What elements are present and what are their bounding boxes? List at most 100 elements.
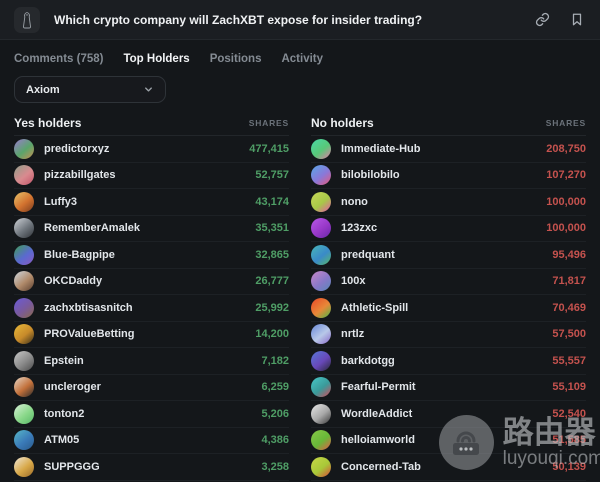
holder-avatar — [14, 430, 34, 450]
no-column-title: No holders — [311, 116, 374, 130]
tab-comments-758[interactable]: Comments (758) — [14, 53, 103, 65]
holder-avatar — [14, 165, 34, 185]
holder-row[interactable]: uncleroger 6,259 — [14, 375, 289, 402]
holder-shares: 71,817 — [552, 275, 586, 287]
holder-shares: 43,174 — [255, 196, 289, 208]
holder-shares: 95,496 — [552, 249, 586, 261]
holder-name: Athletic-Spill — [341, 302, 542, 314]
holder-name: Fearful-Permit — [341, 381, 542, 393]
holder-avatar — [14, 351, 34, 371]
link-icon[interactable] — [533, 10, 552, 29]
holder-shares: 477,415 — [249, 143, 289, 155]
market-thumbnail — [14, 7, 40, 33]
holder-name: uncleroger — [44, 381, 251, 393]
holder-name: helloiamworld — [341, 434, 542, 446]
yes-holders-column: Yes holders SHARES predictorxyz 477,415 … — [14, 111, 289, 481]
holder-avatar — [14, 218, 34, 238]
holder-row[interactable]: predictorxyz 477,415 — [14, 136, 289, 163]
holder-row[interactable]: zachxbtisasnitch 25,992 — [14, 295, 289, 322]
holder-row[interactable]: OKCDaddy 26,777 — [14, 269, 289, 296]
tab-activity[interactable]: Activity — [281, 53, 323, 65]
holder-name: Concerned-Tab — [341, 461, 542, 473]
holder-avatar — [14, 457, 34, 477]
holder-shares: 100,000 — [546, 222, 586, 234]
header-actions — [533, 10, 586, 29]
holder-shares: 52,540 — [552, 408, 586, 420]
holder-row[interactable]: Concerned-Tab 50,139 — [311, 454, 586, 481]
tab-bar: Comments (758) Top Holders Positions Activi… — [0, 40, 600, 65]
holder-shares: 50,139 — [552, 461, 586, 473]
holder-row[interactable]: Fearful-Permit 55,109 — [311, 375, 586, 402]
no-shares-label: SHARES — [546, 118, 586, 128]
holder-name: PROValueBetting — [44, 328, 245, 340]
holder-row[interactable]: SUPPGGG 3,258 — [14, 454, 289, 481]
holder-shares: 52,757 — [255, 169, 289, 181]
holder-name: Epstein — [44, 355, 251, 367]
holder-avatar — [14, 245, 34, 265]
holder-shares: 3,258 — [261, 461, 289, 473]
exchange-filter-dropdown[interactable]: Axiom — [14, 76, 166, 103]
holder-row[interactable]: RememberAmalek 35,351 — [14, 216, 289, 243]
holder-row[interactable]: 100x 71,817 — [311, 269, 586, 296]
holder-shares: 70,469 — [552, 302, 586, 314]
holder-shares: 100,000 — [546, 196, 586, 208]
holder-avatar — [311, 298, 331, 318]
yes-holders-list: predictorxyz 477,415 pizzabillgates 52,7… — [14, 136, 289, 481]
holder-name: Blue-Bagpipe — [44, 249, 245, 261]
holder-avatar — [14, 324, 34, 344]
tab-top-holders[interactable]: Top Holders — [123, 53, 189, 65]
holder-row[interactable]: Immediate-Hub 208,750 — [311, 136, 586, 163]
holder-shares: 6,259 — [261, 381, 289, 393]
holder-name: SUPPGGG — [44, 461, 251, 473]
yes-shares-label: SHARES — [249, 118, 289, 128]
holder-shares: 35,351 — [255, 222, 289, 234]
holder-row[interactable]: nrtlz 57,500 — [311, 322, 586, 349]
holder-name: Immediate-Hub — [341, 143, 536, 155]
holder-row[interactable]: bilobilobilo 107,270 — [311, 163, 586, 190]
holder-shares: 25,992 — [255, 302, 289, 314]
holder-shares: 51,585 — [552, 434, 586, 446]
holder-name: OKCDaddy — [44, 275, 245, 287]
holder-row[interactable]: 123zxc 100,000 — [311, 216, 586, 243]
holder-avatar — [311, 377, 331, 397]
bookmark-icon[interactable] — [568, 10, 586, 29]
market-title: Which crypto company will ZachXBT expose… — [54, 13, 521, 27]
holder-row[interactable]: WordleAddict 52,540 — [311, 401, 586, 428]
holder-row[interactable]: barkdotgg 55,557 — [311, 348, 586, 375]
holder-row[interactable]: Epstein 7,182 — [14, 348, 289, 375]
holder-shares: 55,557 — [552, 355, 586, 367]
holder-row[interactable]: Athletic-Spill 70,469 — [311, 295, 586, 322]
holder-row[interactable]: predquant 95,496 — [311, 242, 586, 269]
holder-row[interactable]: nono 100,000 — [311, 189, 586, 216]
holder-shares: 55,109 — [552, 381, 586, 393]
holder-shares: 57,500 — [552, 328, 586, 340]
holder-avatar — [14, 377, 34, 397]
holder-row[interactable]: PROValueBetting 14,200 — [14, 322, 289, 349]
holder-name: zachxbtisasnitch — [44, 302, 245, 314]
holder-name: nono — [341, 196, 536, 208]
no-holders-column: No holders SHARES Immediate-Hub 208,750 … — [311, 111, 586, 481]
chevron-down-icon — [143, 84, 154, 95]
holder-avatar — [311, 457, 331, 477]
holder-row[interactable]: Blue-Bagpipe 32,865 — [14, 242, 289, 269]
holder-avatar — [14, 404, 34, 424]
holder-row[interactable]: pizzabillgates 52,757 — [14, 163, 289, 190]
holder-name: predquant — [341, 249, 542, 261]
tab-positions[interactable]: Positions — [210, 53, 262, 65]
holder-shares: 26,777 — [255, 275, 289, 287]
holder-avatar — [311, 245, 331, 265]
holder-name: 100x — [341, 275, 542, 287]
holder-avatar — [311, 165, 331, 185]
holder-row[interactable]: Luffy3 43,174 — [14, 189, 289, 216]
holder-name: ATM05 — [44, 434, 251, 446]
holder-avatar — [14, 139, 34, 159]
sketch-figure-icon — [19, 11, 35, 29]
holder-shares: 5,206 — [261, 408, 289, 420]
holder-avatar — [311, 430, 331, 450]
holder-row[interactable]: ATM05 4,386 — [14, 428, 289, 455]
holder-row[interactable]: tonton2 5,206 — [14, 401, 289, 428]
holder-avatar — [14, 271, 34, 291]
yes-column-header: Yes holders SHARES — [14, 111, 289, 136]
holder-row[interactable]: helloiamworld 51,585 — [311, 428, 586, 455]
holder-name: bilobilobilo — [341, 169, 536, 181]
